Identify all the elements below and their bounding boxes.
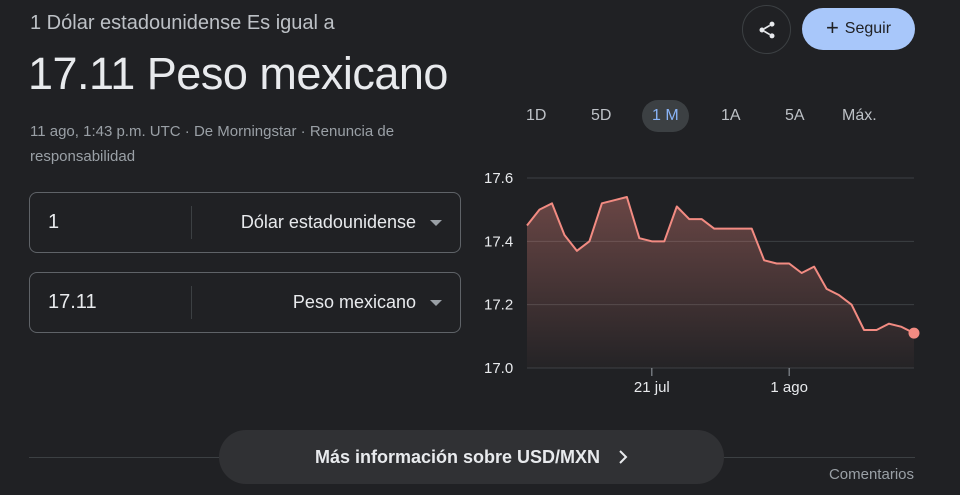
divider [724, 457, 915, 458]
from-amount-input[interactable]: 1 [30, 206, 192, 239]
to-currency-label: Peso mexicano [292, 292, 416, 312]
x-tick-label: 1 ago [770, 379, 808, 395]
follow-button[interactable]: + Seguir [802, 8, 915, 50]
tab-max[interactable]: Máx. [832, 100, 887, 132]
exchange-rate-chart[interactable]: 17.6 17.4 17.2 17.0 21 jul 1 ago [470, 160, 920, 395]
to-currency-row: 17.11 Peso mexicano [29, 272, 461, 333]
conversion-headline: 17.11 Peso mexicano [28, 48, 448, 99]
y-tick-label: 17.6 [484, 170, 513, 187]
dropdown-caret-icon [430, 219, 442, 226]
last-value-point [908, 327, 920, 339]
tab-5d[interactable]: 5D [581, 100, 621, 132]
y-tick-label: 17.4 [484, 233, 513, 250]
y-tick-label: 17.0 [484, 360, 513, 377]
divider [29, 457, 219, 458]
follow-label: Seguir [844, 20, 892, 37]
more-info-button[interactable]: Más información sobre USD/MXN [219, 430, 724, 484]
y-tick-label: 17.2 [484, 297, 513, 314]
plus-icon: + [825, 15, 839, 40]
to-currency-select[interactable]: Peso mexicano [192, 292, 460, 313]
tab-1m[interactable]: 1 M [642, 100, 689, 132]
share-icon [759, 21, 774, 38]
dropdown-caret-icon [430, 299, 442, 306]
chart-area [527, 197, 914, 368]
conversion-subtitle: 1 Dólar estadounidense Es igual a [30, 12, 335, 34]
from-currency-row: 1 Dólar estadounidense [29, 192, 461, 253]
x-tick-label: 21 jul [634, 379, 670, 395]
tab-5a[interactable]: 5A [775, 100, 815, 132]
tab-1a[interactable]: 1A [711, 100, 751, 132]
range-tabs: 1D 5D 1 M 1A 5A Máx. [505, 100, 915, 132]
tab-1d[interactable]: 1D [516, 100, 556, 132]
from-currency-select[interactable]: Dólar estadounidense [192, 212, 460, 233]
source-meta[interactable]: 11 ago, 1:43 p.m. UTC · De Morningstar ·… [30, 119, 450, 169]
chevron-right-icon [619, 450, 628, 464]
more-info-label: Más información sobre USD/MXN [314, 446, 601, 467]
feedback-link[interactable]: Comentarios [829, 466, 914, 483]
share-button[interactable] [742, 5, 791, 54]
to-amount-input[interactable]: 17.11 [30, 286, 192, 319]
from-currency-label: Dólar estadounidense [240, 212, 416, 232]
